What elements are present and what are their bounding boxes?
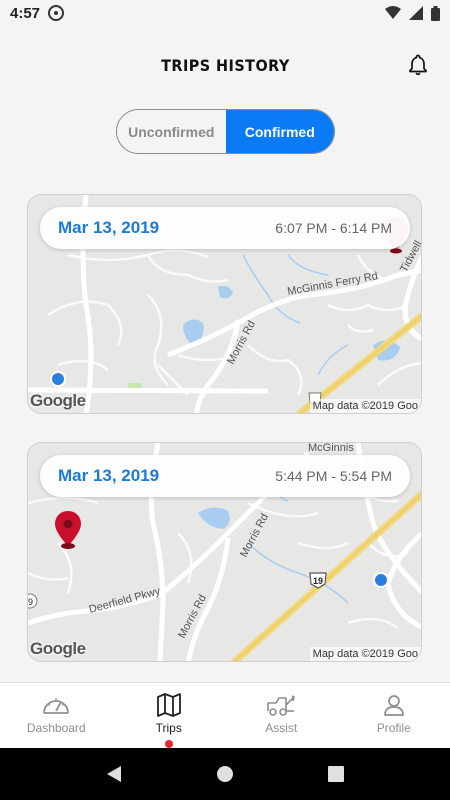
recents-icon[interactable]	[328, 766, 344, 782]
map-attribution: Map data ©2019 Goo	[309, 647, 421, 661]
unconfirmed-tab[interactable]: Unconfirmed	[117, 110, 226, 153]
trip-card[interactable]: McGinnis Morris Rd Deerfield Pkwy Morris…	[27, 442, 422, 662]
battery-icon	[431, 5, 440, 21]
trip-date: Mar 13, 2019	[58, 466, 160, 485]
back-icon[interactable]	[106, 765, 122, 783]
highway-number: 19	[313, 576, 323, 586]
trip-info-pill: Mar 13, 2019 6:07 PM - 6:14 PM	[40, 207, 410, 249]
route-number: 9	[28, 597, 33, 607]
start-location-dot	[52, 373, 64, 385]
wifi-icon	[385, 6, 401, 19]
start-location-dot	[375, 574, 387, 586]
trip-card[interactable]: McGinnis Ferry Rd Morris Rd Tidwell Mar …	[27, 194, 422, 414]
app-notification-icon	[48, 5, 65, 21]
nav-label: Dashboard	[26, 721, 86, 735]
nav-item-trips[interactable]: Trips	[113, 683, 226, 748]
system-nav-bar	[0, 748, 450, 800]
status-bar: 4:57	[0, 0, 450, 26]
active-indicator-dot	[164, 740, 173, 748]
trip-time-range: 6:07 PM - 6:14 PM	[275, 220, 392, 236]
trip-status-toggle: Unconfirmed Confirmed	[116, 109, 335, 154]
nav-item-dashboard[interactable]: Dashboard	[0, 683, 113, 748]
map-attribution: Map data ©2019 Goo	[309, 399, 421, 413]
google-logo: Google	[30, 391, 86, 410]
trip-time-range: 5:44 PM - 5:54 PM	[275, 468, 392, 484]
person-icon	[383, 695, 404, 716]
nav-item-assist[interactable]: Assist	[225, 683, 338, 748]
app-header: TRIPS HISTORY	[0, 26, 450, 104]
nav-label: Assist	[265, 721, 298, 735]
bottom-nav: Dashboard Trips Assist Profile	[0, 682, 450, 748]
home-icon[interactable]	[216, 765, 234, 783]
tow-truck-icon	[267, 695, 296, 716]
status-icons	[385, 5, 440, 21]
map-icon	[156, 693, 181, 717]
confirmed-tab[interactable]: Confirmed	[225, 110, 334, 153]
trip-info-pill: Mar 13, 2019 5:44 PM - 5:54 PM	[40, 455, 410, 497]
map-road-label: McGinnis	[308, 443, 354, 454]
google-logo: Google	[30, 639, 86, 658]
trip-date: Mar 13, 2019	[58, 218, 160, 237]
page-title: TRIPS HISTORY	[160, 55, 290, 75]
nav-label: Trips	[155, 721, 182, 735]
status-time: 4:57	[10, 4, 41, 22]
bell-icon[interactable]	[406, 53, 430, 77]
signal-icon	[409, 6, 423, 20]
nav-label: Profile	[376, 721, 411, 735]
speedometer-icon	[43, 698, 70, 714]
nav-item-profile[interactable]: Profile	[338, 683, 450, 748]
